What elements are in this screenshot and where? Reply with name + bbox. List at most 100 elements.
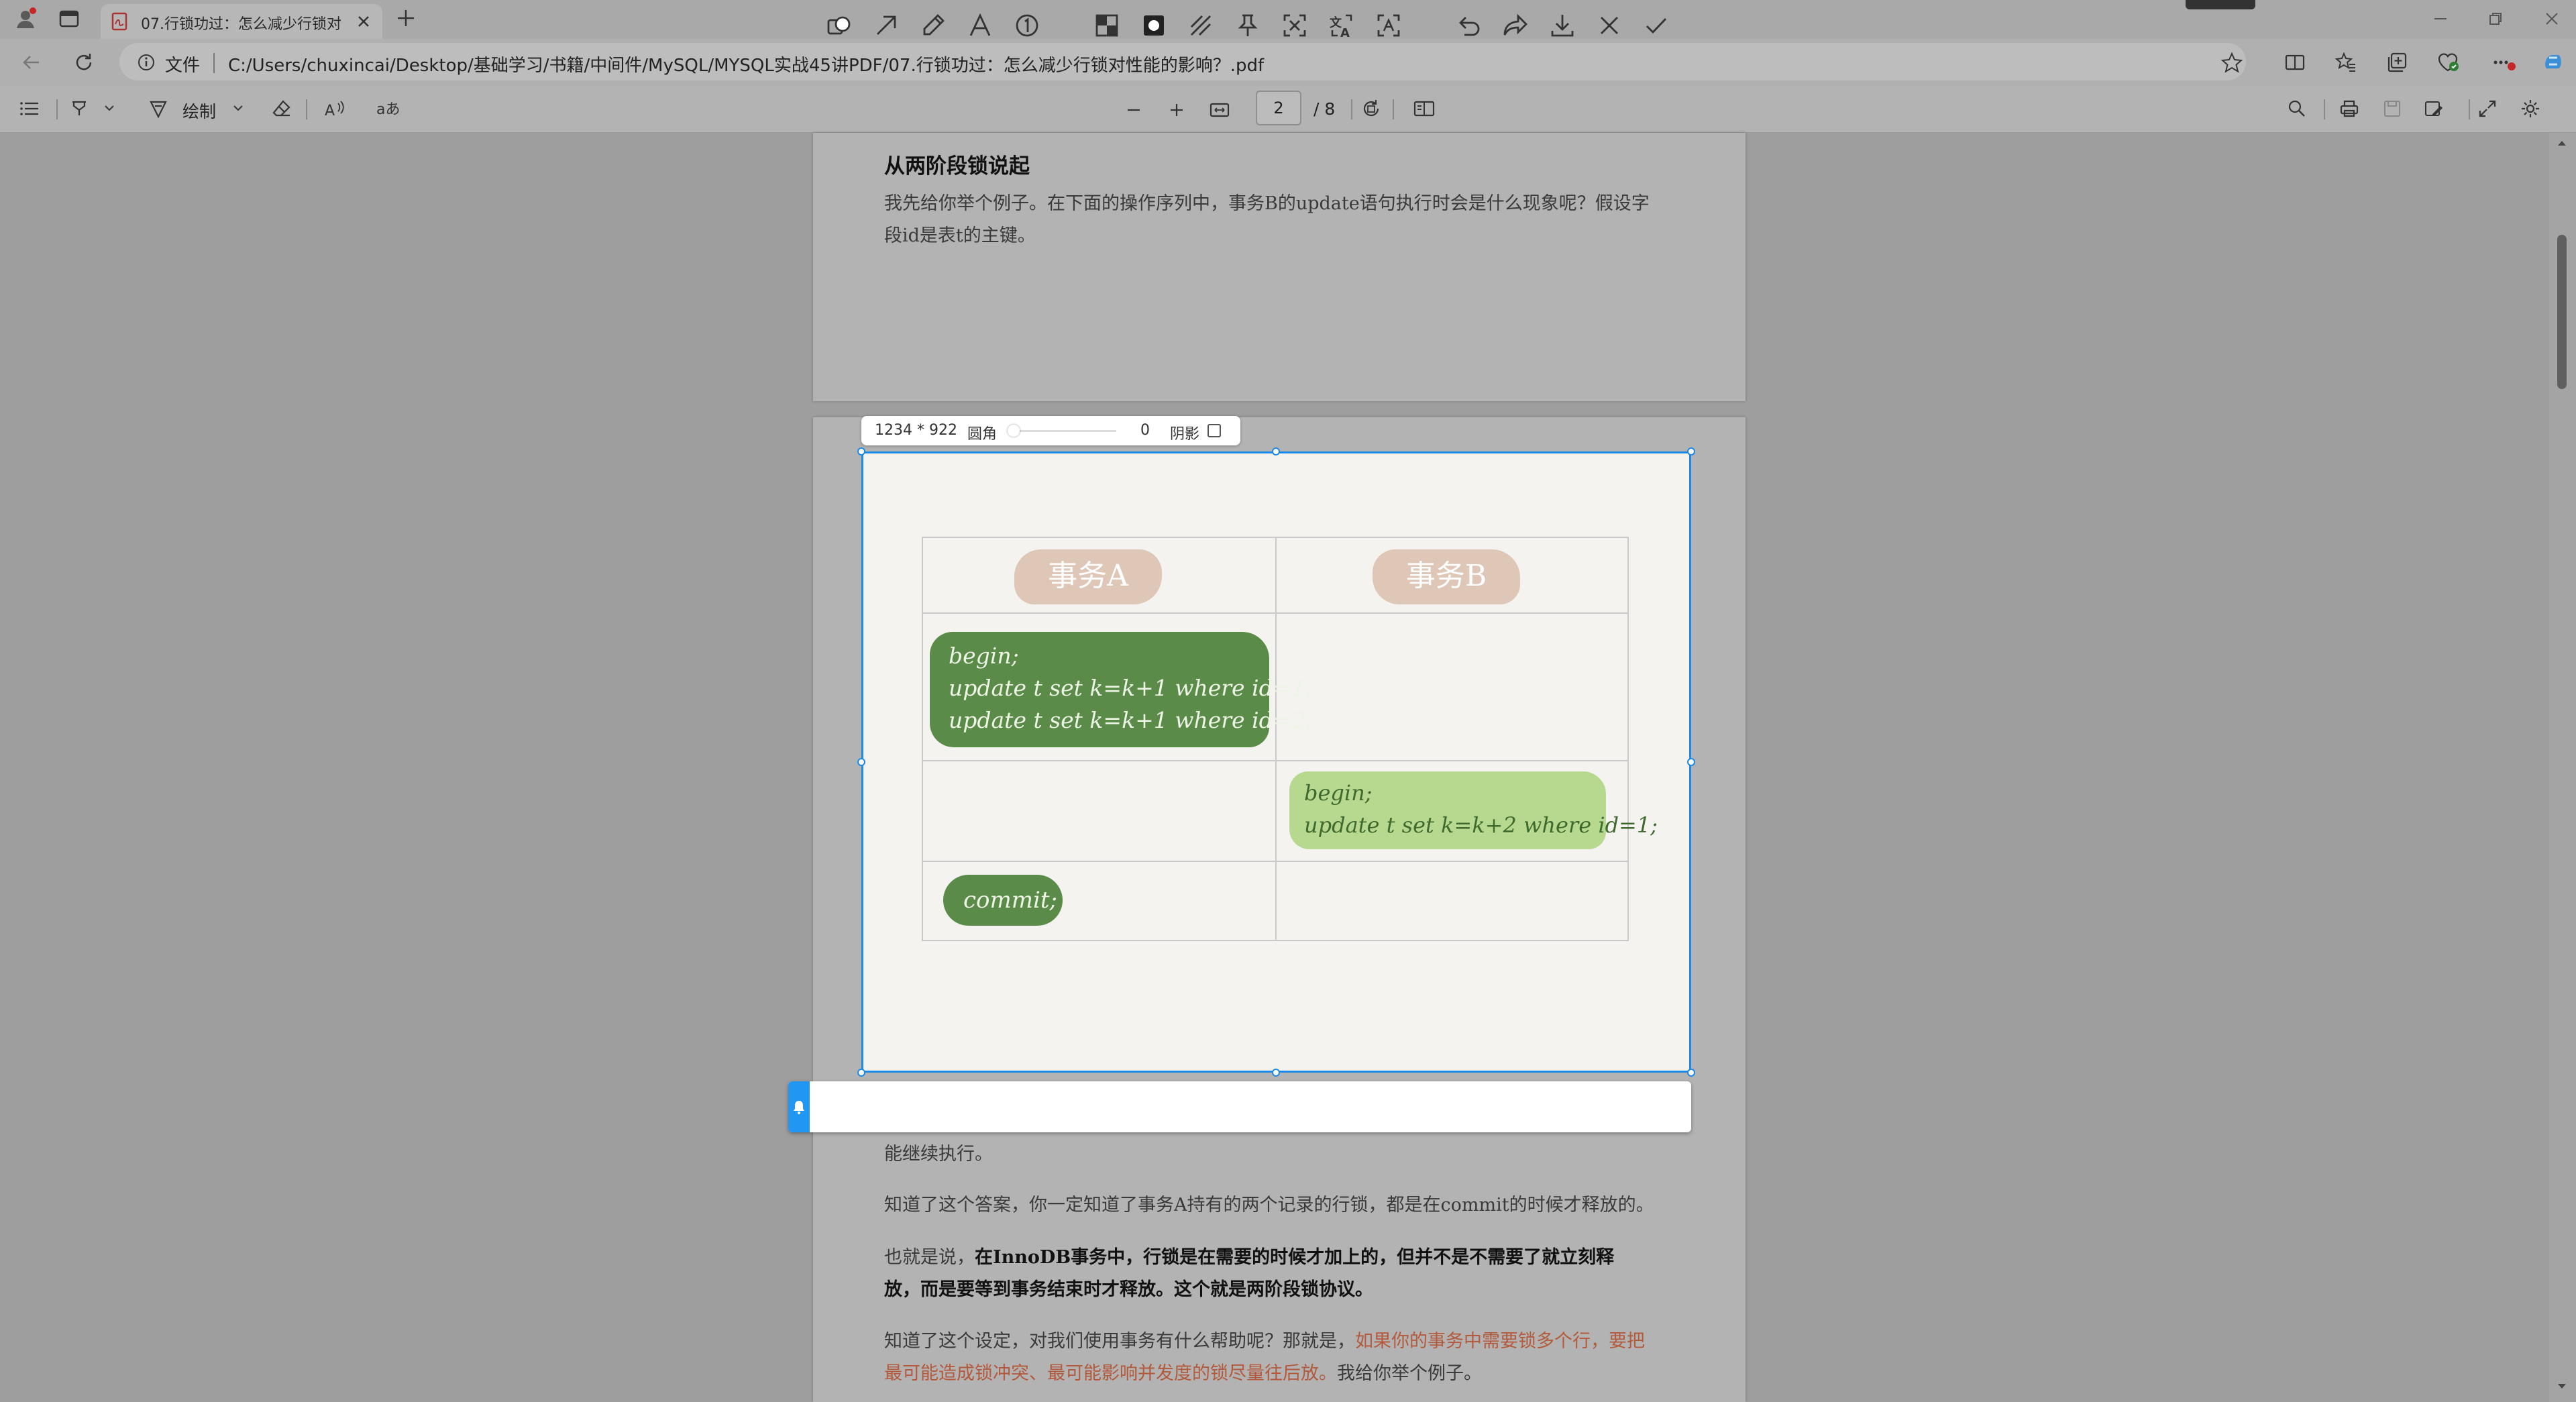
resize-handle-bl[interactable] (857, 1069, 865, 1077)
paragraph-2-line-1: 也就是说，在InnoDB事务中，行锁是在需要的时候才加上的，但并不是不需要了就立… (884, 1242, 1614, 1274)
browser-essentials-icon[interactable] (2436, 51, 2461, 74)
download-icon[interactable] (1549, 12, 1576, 39)
capture-size-label: 1234 * 922 (875, 422, 957, 439)
minimize-icon[interactable] (2431, 9, 2450, 28)
resize-handle-tr[interactable] (1687, 447, 1695, 455)
url-text[interactable]: C:/Users/chuxincai/Desktop/基础学习/书籍/中间件/M… (228, 52, 1264, 76)
highlight-marker-icon[interactable] (1187, 12, 1214, 39)
shadow-checkbox[interactable] (1208, 424, 1221, 437)
search-icon[interactable] (2286, 98, 2308, 119)
radius-slider[interactable] (1009, 430, 1116, 432)
tab-title: 07.行锁功过：怎么减少行锁对性能 (141, 16, 342, 33)
collections-icon[interactable] (2385, 51, 2408, 74)
highlight-dropdown-icon[interactable] (103, 103, 115, 113)
ocr-icon[interactable] (1281, 12, 1308, 39)
draw-icon[interactable] (148, 98, 169, 119)
page-number-input[interactable]: 2 (1256, 91, 1301, 125)
draw-label[interactable]: 绘制 (182, 99, 216, 123)
url-divider (213, 53, 215, 73)
table-divider (1275, 538, 1277, 940)
blur-icon[interactable] (1140, 12, 1167, 39)
undo-icon[interactable] (1455, 12, 1482, 39)
scan-text-icon[interactable] (1375, 12, 1402, 39)
paragraph-3-suffix: 我给你举个例子。 (1337, 1363, 1482, 1384)
transaction-a-commit-block: commit; (943, 875, 1063, 926)
resize-handle-r[interactable] (1687, 758, 1695, 766)
svg-text:aあ: aあ (376, 101, 400, 118)
eraser-icon[interactable] (271, 98, 292, 119)
header-transaction-a: 事务A (1014, 549, 1162, 604)
highlight-icon[interactable] (68, 98, 90, 119)
save-icon[interactable] (2381, 98, 2403, 119)
text-icon[interactable] (967, 12, 994, 39)
fullscreen-icon[interactable] (2477, 98, 2498, 119)
page-view-icon[interactable] (1413, 98, 1436, 119)
paragraph-2-prefix: 也就是说， (884, 1247, 975, 1268)
zoom-in-icon[interactable] (1167, 101, 1186, 119)
paragraph-1: 知道了这个答案，你一定知道了事务A持有的两个记录的行锁，都是在commit的时候… (884, 1195, 1654, 1216)
mosaic-icon[interactable] (1093, 12, 1120, 39)
copilot-icon[interactable] (2540, 48, 2567, 75)
scrollbar-thumb[interactable] (2557, 235, 2567, 389)
profile-avatar-icon[interactable] (13, 7, 38, 31)
translate-capture-icon[interactable]: 文A (1328, 12, 1355, 39)
paragraph-2-bold-1: 在InnoDB事务中，行锁是在需要的时候才加上的，但并不是不需要了就立刻释 (975, 1247, 1615, 1268)
print-icon[interactable] (2339, 98, 2360, 119)
resize-handle-l[interactable] (857, 758, 865, 766)
header-a-label: 事务A (1048, 559, 1128, 593)
pdf-file-icon (110, 12, 129, 31)
cancel-icon[interactable] (1596, 12, 1623, 39)
restore-icon[interactable] (2486, 9, 2505, 28)
svg-text:A: A (1340, 26, 1350, 39)
transaction-a-commit-code: commit; (963, 887, 1057, 914)
rotate-icon[interactable] (1360, 98, 1382, 119)
confirm-check-icon[interactable] (1643, 12, 1670, 39)
intro-line-2: 段id是表t的主键。 (884, 225, 1036, 246)
fit-page-icon[interactable] (1209, 99, 1230, 121)
svg-text:A: A (325, 103, 335, 119)
resize-handle-tl[interactable] (857, 447, 865, 455)
favorites-icon[interactable] (2334, 51, 2357, 74)
tab-actions-icon[interactable] (59, 9, 79, 28)
info-icon[interactable] (137, 53, 156, 72)
table-divider (923, 760, 1627, 761)
resize-handle-br[interactable] (1687, 1069, 1695, 1077)
arrow-icon[interactable] (873, 12, 900, 39)
drag-handle[interactable] (2186, 0, 2255, 9)
split-screen-icon[interactable] (2284, 51, 2306, 74)
save-as-icon[interactable] (2423, 98, 2445, 119)
toolbar-divider (1393, 99, 1394, 119)
radius-value: 0 (1140, 422, 1150, 439)
back-icon[interactable] (20, 51, 43, 74)
redo-share-icon[interactable] (1502, 12, 1529, 39)
settings-gear-icon[interactable] (2520, 98, 2541, 119)
contents-list-icon[interactable] (19, 98, 40, 119)
favorite-star-icon[interactable] (2220, 51, 2243, 74)
radius-slider-handle[interactable] (1008, 425, 1020, 437)
toolbar-divider (1351, 99, 1352, 119)
more-options-icon[interactable] (2490, 51, 2517, 74)
shape-icon[interactable] (826, 12, 853, 39)
refresh-icon[interactable] (72, 51, 95, 74)
capture-toolbar (788, 1081, 1691, 1132)
scroll-up-icon[interactable] (2556, 138, 2568, 148)
pen-icon[interactable] (920, 12, 947, 39)
continue-text: 能继续执行。 (884, 1144, 993, 1165)
read-aloud-icon[interactable]: A (323, 98, 346, 119)
draw-dropdown-icon[interactable] (232, 103, 244, 113)
pin-tab[interactable] (788, 1081, 810, 1132)
page-total: / 8 (1313, 99, 1336, 119)
scroll-down-icon[interactable] (2556, 1382, 2568, 1391)
tab-close-icon[interactable] (356, 13, 372, 30)
table-divider (923, 612, 1627, 614)
resize-handle-b[interactable] (1272, 1069, 1280, 1077)
resize-handle-t[interactable] (1272, 447, 1280, 455)
new-tab-icon[interactable] (396, 8, 416, 28)
window-close-icon[interactable] (2542, 9, 2561, 28)
number-marker-icon[interactable] (1014, 12, 1040, 39)
toolbar-divider (2469, 99, 2470, 119)
zoom-out-icon[interactable] (1124, 101, 1143, 119)
pin-to-screen-icon[interactable] (1234, 12, 1261, 39)
tab-active[interactable]: 07.行锁功过：怎么减少行锁对性能 (101, 4, 382, 39)
translate-icon[interactable]: aあ (376, 98, 400, 119)
